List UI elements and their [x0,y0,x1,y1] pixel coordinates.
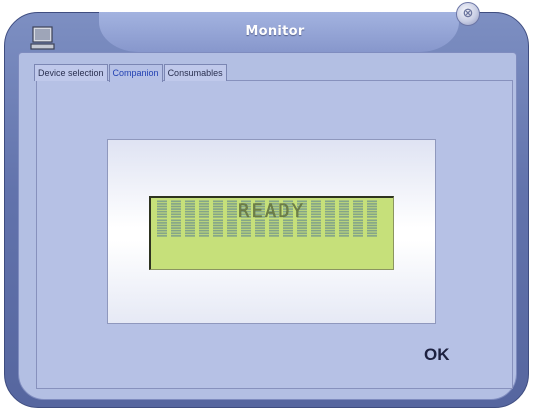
close-icon[interactable]: ⊗ [456,2,480,26]
lcd-status-text: READY [237,200,306,222]
computer-icon [30,26,56,52]
window-title: Monitor [245,24,305,39]
tab-device-selection[interactable]: Device selection [34,64,108,81]
tab-consumables[interactable]: Consumables [163,64,227,81]
tab-strip: Device selection Companion Consumables [34,64,228,82]
ok-button[interactable]: OK [424,344,454,366]
tab-companion[interactable]: Companion [108,64,163,82]
lcd-display: READY [149,196,394,270]
